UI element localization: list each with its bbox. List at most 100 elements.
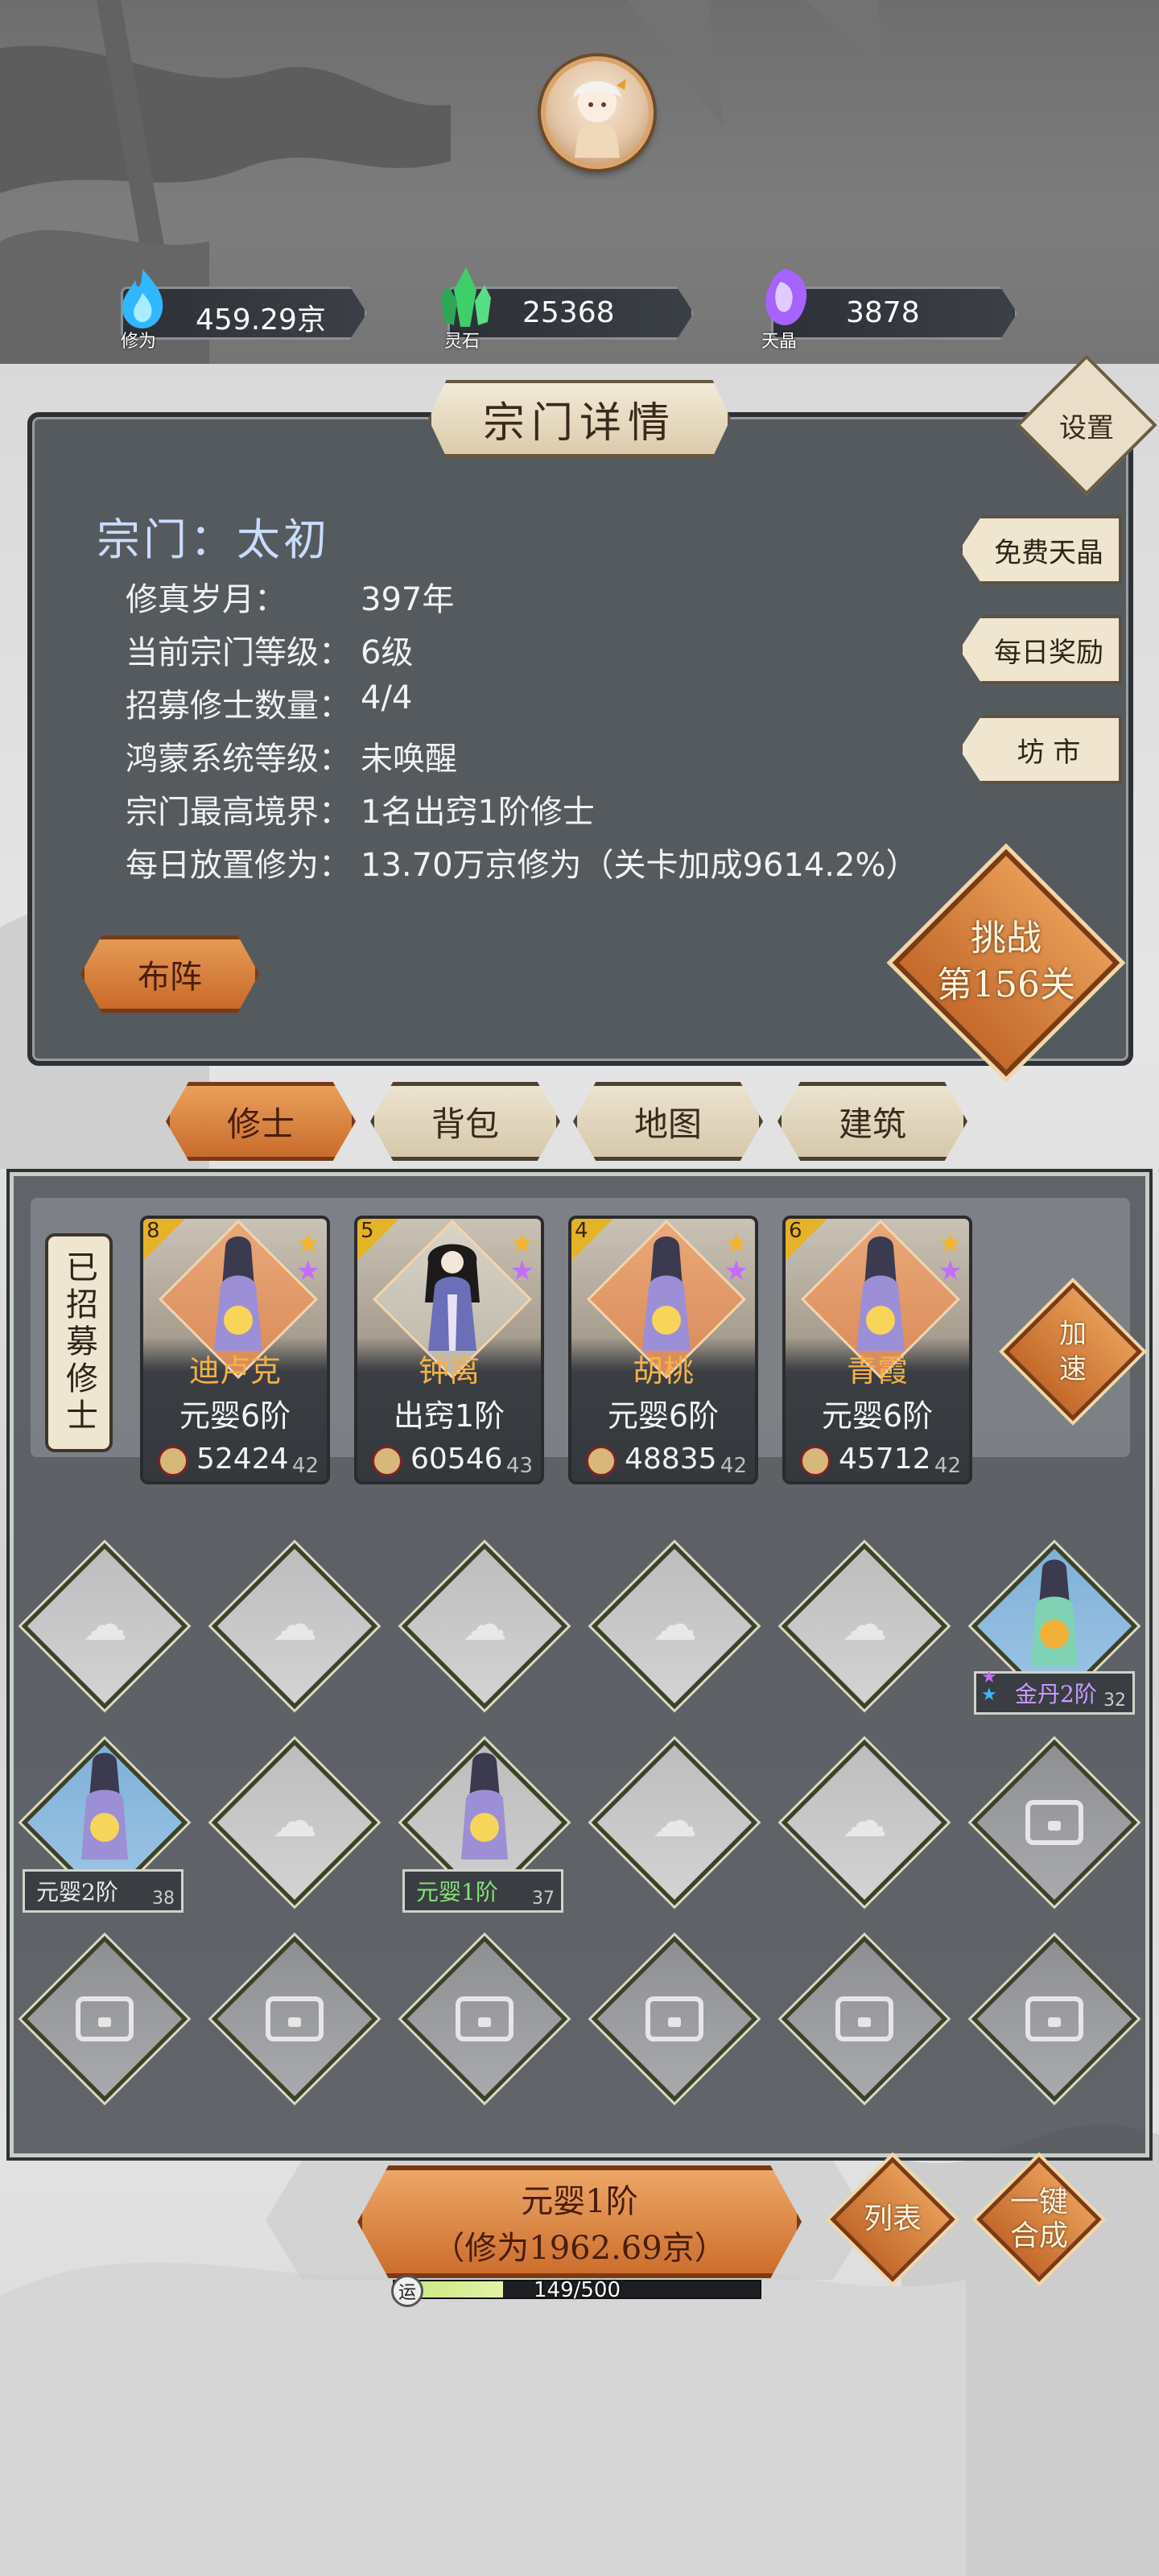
cultivator-figure-icon xyxy=(425,1244,480,1351)
star-purple-icon: ★ xyxy=(724,1255,749,1287)
merge-rank: 元婴1阶 xyxy=(521,2183,638,2220)
cultivator-rank: 元婴6阶 xyxy=(821,1398,934,1434)
unit-rank-tag: 元婴2阶 38 xyxy=(23,1869,184,1913)
cultivator-figure-icon xyxy=(856,1236,905,1351)
market-button[interactable]: 坊 市 xyxy=(959,715,1122,784)
recruit-card[interactable]: 5 ★ ★ 钟离 出窍1阶 60546 43 xyxy=(354,1216,544,1484)
cloud-swirl-icon: ☁ xyxy=(652,1599,697,1651)
unit-rank-tag: ★ ★ 金丹2阶 32 xyxy=(974,1667,1135,1715)
cloud-swirl-icon: ☁ xyxy=(652,1795,697,1847)
lock-icon xyxy=(645,1996,703,2041)
info-sect-level: 当前宗门等级： 6级 xyxy=(126,626,413,673)
settings-button[interactable]: 设置 xyxy=(1037,375,1136,475)
info-value: 1名出窍1阶修士 xyxy=(361,794,595,831)
cloud-swirl-icon: ☁ xyxy=(82,1599,127,1651)
luck-progress-bar: 149/500 xyxy=(393,2278,761,2302)
cultivator-name: 迪卢克 xyxy=(188,1353,281,1389)
star-purple-icon: ★ xyxy=(509,1255,534,1287)
speedup-label-2: 速 xyxy=(1059,1353,1087,1385)
cultivator-lv: 42 xyxy=(934,1454,961,1478)
star-gold-icon: ★ xyxy=(295,1228,320,1260)
player-avatar[interactable] xyxy=(541,56,654,169)
speedup-button[interactable]: 加 速 xyxy=(1016,1309,1130,1394)
auto-merge-label-1: 一键 xyxy=(1009,2186,1068,2219)
panel-title: 宗门详情 xyxy=(428,380,731,457)
unit-rank: 元婴2阶 xyxy=(36,1879,118,1905)
tab-backpack[interactable]: 背包 xyxy=(370,1082,560,1161)
card-level: 8 xyxy=(146,1219,160,1243)
daily-reward-button[interactable]: 每日奖励 xyxy=(959,615,1122,684)
challenge-stage: 第156关 xyxy=(937,964,1075,1005)
recruit-card[interactable]: 6 ★ ★ 青霞 元婴6阶 45712 42 xyxy=(782,1216,972,1484)
power-icon xyxy=(586,1446,617,1476)
tab-buildings[interactable]: 建筑 xyxy=(777,1082,967,1161)
unit-rank: 元婴1阶 xyxy=(416,1879,498,1905)
recruit-card[interactable]: 4 ★ ★ 胡桃 元婴6阶 48835 42 xyxy=(568,1216,758,1484)
star-gold-icon: ★ xyxy=(509,1228,534,1260)
challenge-label: 挑战 xyxy=(971,918,1041,959)
cultivator-rank: 出窍1阶 xyxy=(393,1398,505,1434)
free-tianjing-button[interactable]: 免费天晶 xyxy=(959,515,1122,584)
info-value: 6级 xyxy=(361,634,414,671)
info-value: 4/4 xyxy=(361,679,413,716)
cloud-swirl-icon: ☁ xyxy=(272,1795,317,1847)
auto-merge-button[interactable]: 一键 合成 xyxy=(983,2175,1095,2264)
info-label: 宗门最高境界： xyxy=(126,794,351,831)
power-icon xyxy=(158,1446,188,1476)
unit-lv: 32 xyxy=(1103,1690,1126,1711)
unit-rank: 金丹2阶 xyxy=(1015,1681,1097,1707)
blue-flame-icon xyxy=(114,266,171,330)
info-value: 未唤醒 xyxy=(361,741,457,778)
power-icon xyxy=(800,1446,831,1476)
info-daily-idle: 每日放置修为： 13.70万京修为（关卡加成9614.2%） xyxy=(126,839,918,886)
lingshi-value: 25368 xyxy=(522,296,615,329)
cultivator-power: 52424 xyxy=(196,1443,289,1476)
info-value: 397年 xyxy=(361,581,455,618)
lingshi-label: 灵石 xyxy=(444,332,481,352)
tianjing-value: 3878 xyxy=(846,296,920,329)
purple-crystal-icon xyxy=(757,266,813,330)
star-gold-icon: ★ xyxy=(938,1228,963,1260)
cultivator-lv: 42 xyxy=(291,1454,319,1478)
info-highest-realm: 宗门最高境界： 1名出窍1阶修士 xyxy=(126,786,595,832)
lock-icon xyxy=(76,1996,134,2041)
star-purple-icon: ★ xyxy=(938,1255,963,1287)
luck-progress-text: 149/500 xyxy=(533,2278,621,2302)
info-label: 每日放置修为： xyxy=(126,847,351,884)
info-label: 鸿蒙系统等级： xyxy=(126,741,351,778)
tab-cultivators[interactable]: 修士 xyxy=(166,1082,356,1161)
recruited-label: 已招募修士 xyxy=(45,1233,113,1452)
power-icon xyxy=(372,1446,402,1476)
info-cultivation-years: 修真岁月： 397年 xyxy=(126,573,454,620)
formation-button[interactable]: 布阵 xyxy=(80,935,259,1013)
cultivator-power: 45712 xyxy=(839,1443,931,1476)
cultivator-lv: 42 xyxy=(720,1454,747,1478)
list-button[interactable]: 列表 xyxy=(836,2175,949,2264)
lock-icon xyxy=(835,1996,893,2041)
card-level: 5 xyxy=(361,1219,374,1243)
xiuwei-label: 修为 xyxy=(121,332,157,352)
tab-map[interactable]: 地图 xyxy=(573,1082,763,1161)
info-recruit-count: 招募修士数量： 4/4 xyxy=(126,679,412,726)
lock-icon xyxy=(1025,1996,1083,2041)
summon-merge-button[interactable]: 元婴1阶 （修为1962.69京） xyxy=(357,2165,802,2278)
list-label-1: 列 xyxy=(863,2202,893,2235)
luck-icon: 运 xyxy=(391,2275,423,2307)
sect-name: 宗门：太初 xyxy=(97,514,330,565)
cultivator-name: 钟离 xyxy=(418,1353,480,1389)
list-label-2: 表 xyxy=(893,2202,922,2235)
cultivator-name: 胡桃 xyxy=(632,1353,694,1389)
recruit-card[interactable]: 8 ★ ★ 迪卢克 元婴6阶 52424 42 xyxy=(140,1216,330,1484)
cloud-swirl-icon: ☁ xyxy=(462,1599,507,1651)
cloud-swirl-icon: ☁ xyxy=(842,1795,887,1847)
challenge-button[interactable]: 挑战 第156关 xyxy=(909,902,1103,1022)
info-label: 招募修士数量： xyxy=(126,687,351,724)
cultivator-figure-icon xyxy=(81,1752,128,1860)
cultivator-power: 48835 xyxy=(625,1443,717,1476)
unit-lv: 38 xyxy=(152,1889,175,1909)
star-purple-icon: ★ xyxy=(295,1255,320,1287)
card-level: 6 xyxy=(789,1219,802,1243)
unit-lv: 37 xyxy=(532,1889,555,1909)
character-portrait-icon xyxy=(573,79,626,158)
merge-cost: （修为1962.69京） xyxy=(432,2230,727,2267)
